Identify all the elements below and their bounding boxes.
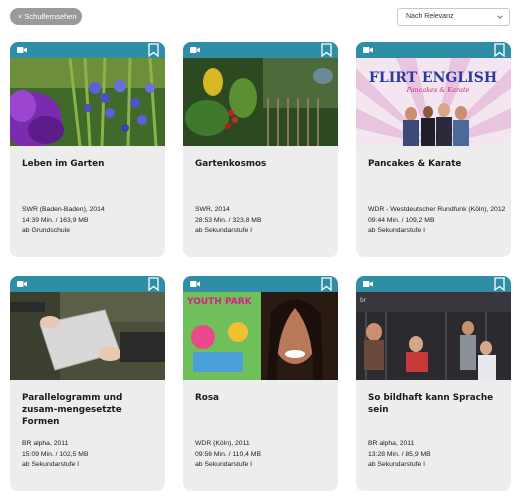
filter-chip-label: Schulfernsehen — [24, 12, 77, 21]
bookmark-icon[interactable] — [148, 277, 159, 291]
card-source: SWR, 2014 — [195, 206, 230, 213]
video-camera-icon — [363, 281, 373, 287]
bookmark-icon[interactable] — [148, 43, 159, 57]
card-duration: 15:09 Min. / 102,5 MB — [22, 450, 89, 458]
toolbar: × Schulfernsehen Nach Relevanz — [0, 0, 520, 34]
sort-select[interactable]: Nach Relevanz — [397, 8, 510, 26]
card-duration: 09:44 Min. / 109,2 MB — [368, 216, 435, 224]
card-duration: 14:39 Min. / 163,9 MB — [22, 216, 89, 224]
card-header — [183, 42, 338, 58]
card-duration: 09:56 Min. / 110,4 MB — [195, 450, 261, 458]
thumbnail-garden-cosmos[interactable] — [183, 58, 338, 146]
card-header — [10, 42, 165, 58]
thumbnail-subtitle-text: Pancakes & Karate — [406, 86, 470, 94]
close-icon[interactable]: × — [18, 12, 22, 21]
card-header — [183, 276, 338, 292]
card-title[interactable]: Rosa — [183, 380, 338, 404]
card-level: ab Sekundarstufe I — [195, 227, 253, 234]
card-duration: 13:28 Min. / 85,9 MB — [368, 450, 431, 458]
card-header — [356, 276, 511, 292]
card-level: ab Sekundarstufe I — [368, 227, 426, 234]
video-camera-icon — [190, 281, 200, 287]
thumbnail-garden-flowers[interactable] — [10, 58, 165, 146]
video-camera-icon — [17, 281, 27, 287]
channel-logo: br — [360, 297, 367, 304]
card-meta: WDR (Köln), 2011 09:56 Min. / 110,4 MB a… — [195, 439, 261, 471]
result-card[interactable]: FLIRT ENGLISH Pancakes & Karate Pancakes… — [356, 42, 511, 257]
card-level: ab Sekundarstufe I — [22, 461, 80, 468]
card-header — [10, 276, 165, 292]
card-level: ab Sekundarstufe I — [195, 461, 253, 468]
thumbnail-flirt-english[interactable]: FLIRT ENGLISH Pancakes & Karate — [356, 58, 511, 146]
card-title[interactable]: Leben im Garten — [10, 146, 165, 170]
sort-select-value: Nach Relevanz — [406, 13, 454, 20]
video-camera-icon — [363, 47, 373, 53]
card-source: SWR (Baden-Baden), 2014 — [22, 206, 105, 213]
card-title[interactable]: Parallelogramm und zusam-mengesetzte For… — [10, 380, 165, 428]
result-card[interactable]: br So bildhaft kann Sprache sein BR alph… — [356, 276, 511, 491]
card-title[interactable]: So bildhaft kann Sprache sein — [356, 380, 511, 416]
card-source: BR alpha, 2011 — [368, 440, 415, 447]
thumbnail-title-text: FLIRT ENGLISH — [369, 70, 497, 86]
thumbnail-parallelogram[interactable] — [10, 292, 165, 380]
thumbnail-title-text: YOUTH PARK — [186, 297, 253, 307]
video-camera-icon — [190, 47, 200, 53]
card-meta: SWR (Baden-Baden), 2014 14:39 Min. / 163… — [22, 205, 105, 237]
card-meta: BR alpha, 2011 15:09 Min. / 102,5 MB ab … — [22, 439, 89, 471]
card-level: ab Sekundarstufe I — [368, 461, 426, 468]
bookmark-icon[interactable] — [494, 277, 505, 291]
card-meta: BR alpha, 2011 13:28 Min. / 85,9 MB ab S… — [368, 439, 431, 471]
card-source: WDR - Westdeutscher Rundfunk (Köln), 201… — [368, 206, 506, 213]
result-card[interactable]: Gartenkosmos SWR, 2014 28:53 Min. / 323,… — [183, 42, 338, 257]
card-level: ab Grundschule — [22, 227, 70, 234]
chevron-down-icon — [497, 15, 503, 19]
result-card[interactable]: Leben im Garten SWR (Baden-Baden), 2014 … — [10, 42, 165, 257]
card-title[interactable]: Gartenkosmos — [183, 146, 338, 170]
bookmark-icon[interactable] — [494, 43, 505, 57]
card-duration: 28:53 Min. / 323,8 MB — [195, 216, 262, 224]
card-title[interactable]: Pancakes & Karate — [356, 146, 511, 170]
card-meta: SWR, 2014 28:53 Min. / 323,8 MB ab Sekun… — [195, 205, 262, 237]
filter-chip-schulfernsehen[interactable]: × Schulfernsehen — [10, 8, 82, 25]
results-grid: Leben im Garten SWR (Baden-Baden), 2014 … — [10, 42, 511, 491]
card-source: WDR (Köln), 2011 — [195, 440, 250, 447]
card-source: BR alpha, 2011 — [22, 440, 69, 447]
result-card[interactable]: YOUTH PARK Rosa WDR (Köln), 2011 09:56 M… — [183, 276, 338, 491]
thumbnail-rosa[interactable]: YOUTH PARK — [183, 292, 338, 380]
result-card[interactable]: Parallelogramm und zusam-mengesetzte For… — [10, 276, 165, 491]
bookmark-icon[interactable] — [321, 277, 332, 291]
video-camera-icon — [17, 47, 27, 53]
card-header — [356, 42, 511, 58]
bookmark-icon[interactable] — [321, 43, 332, 57]
card-meta: WDR - Westdeutscher Rundfunk (Köln), 201… — [368, 205, 505, 237]
thumbnail-bildhafte-sprache[interactable]: br — [356, 292, 511, 380]
